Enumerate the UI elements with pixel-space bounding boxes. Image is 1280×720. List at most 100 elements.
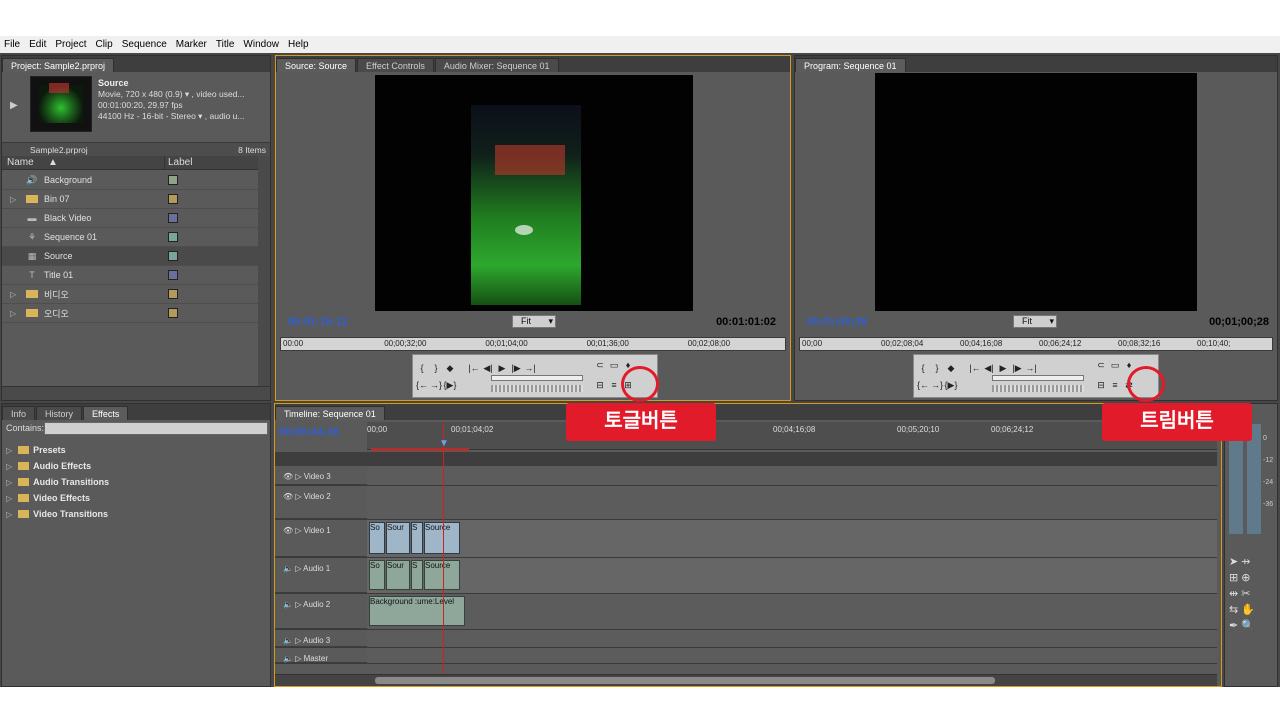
track-header[interactable]: 👁 ▷ Video 2 — [275, 486, 367, 519]
menu-marker[interactable]: Marker — [176, 39, 207, 50]
menu-clip[interactable]: Clip — [95, 39, 112, 50]
project-scrollbar[interactable] — [258, 156, 270, 386]
project-item[interactable]: ▦ Source — [2, 247, 258, 266]
label-color-swatch[interactable] — [168, 194, 178, 204]
timeline-clip[interactable]: So — [369, 522, 385, 554]
go-to-out-icon[interactable]: →} — [930, 379, 944, 391]
menu-title[interactable]: Title — [216, 39, 235, 50]
sort-arrow-icon[interactable]: ▲ — [48, 157, 58, 168]
go-to-in-icon[interactable]: {← — [415, 379, 429, 391]
expand-triangle-icon[interactable]: ▷ — [6, 478, 12, 487]
expand-triangle-icon[interactable]: ▷ — [6, 462, 12, 471]
tab-project[interactable]: Project: Sample2.prproj — [2, 58, 115, 72]
timeline-clip[interactable]: Source — [424, 522, 460, 554]
go-to-in-icon[interactable]: {← — [916, 379, 930, 391]
menu-edit[interactable]: Edit — [29, 39, 46, 50]
timeline-clip[interactable]: Sour — [386, 522, 410, 554]
hand-tool-icon[interactable]: ✋ — [1241, 604, 1255, 616]
safe-margins-icon[interactable]: ▭ — [1108, 359, 1122, 371]
menu-sequence[interactable]: Sequence — [122, 39, 167, 50]
project-item[interactable]: ⚘ Sequence 01 — [2, 228, 258, 247]
project-item[interactable]: ▬ Black Video — [2, 209, 258, 228]
expand-triangle-icon[interactable]: ▷ — [10, 309, 16, 318]
effects-folder[interactable]: ▷ Presets — [2, 442, 270, 458]
effects-search-input[interactable] — [44, 422, 268, 435]
label-color-swatch[interactable] — [168, 213, 178, 223]
step-to-out-icon[interactable]: →| — [523, 362, 537, 374]
tab-history[interactable]: History — [36, 406, 83, 420]
extract-icon[interactable]: ≡ — [1108, 379, 1122, 391]
mark-in-icon[interactable]: { — [415, 362, 429, 374]
ripple-edit-tool-icon[interactable]: ⊞ — [1229, 572, 1238, 584]
loop-icon[interactable]: ⊂ — [1094, 359, 1108, 371]
step-back-icon[interactable]: ◀| — [481, 362, 495, 374]
expand-triangle-icon[interactable]: ▷ — [6, 510, 12, 519]
track-lane[interactable] — [367, 486, 1217, 519]
source-fit-dropdown[interactable]: Fit ▾ — [512, 315, 556, 328]
go-to-out-icon[interactable]: →} — [429, 379, 443, 391]
label-color-swatch[interactable] — [168, 232, 178, 242]
expand-triangle-icon[interactable]: ▷ — [6, 446, 12, 455]
menu-help[interactable]: Help — [288, 39, 309, 50]
playhead-icon[interactable]: ▼ — [439, 438, 449, 449]
step-forward-icon[interactable]: |▶ — [1010, 362, 1024, 374]
step-to-out-icon[interactable]: →| — [1024, 362, 1038, 374]
expand-triangle-icon[interactable]: ▷ — [10, 195, 16, 204]
tab-timeline[interactable]: Timeline: Sequence 01 — [275, 406, 385, 420]
effects-folder[interactable]: ▷ Video Transitions — [2, 506, 270, 522]
play-button-icon[interactable]: ▶ — [495, 362, 509, 374]
rate-stretch-tool-icon[interactable]: ⇹ — [1229, 588, 1238, 600]
play-in-to-out-icon[interactable]: {▶} — [443, 379, 457, 391]
mark-out-icon[interactable]: } — [429, 362, 443, 374]
insert-icon[interactable]: ⊟ — [593, 379, 607, 391]
project-item[interactable]: ▷ 오디오 — [2, 304, 258, 323]
tab-effect-controls[interactable]: Effect Controls — [357, 58, 434, 72]
timeline-clip[interactable]: S — [411, 522, 423, 554]
project-item[interactable]: ▷ 비디오 — [2, 285, 258, 304]
tab-program[interactable]: Program: Sequence 01 — [795, 58, 906, 72]
source-shuttle[interactable] — [491, 385, 583, 392]
menu-window[interactable]: Window — [243, 39, 279, 50]
pen-tool-icon[interactable]: ✒ — [1229, 620, 1238, 632]
program-jog-slider[interactable] — [992, 375, 1084, 381]
effects-folder[interactable]: ▷ Audio Transitions — [2, 474, 270, 490]
tab-source[interactable]: Source: Source — [276, 58, 357, 72]
step-forward-icon[interactable]: |▶ — [509, 362, 523, 374]
zoom-tool-icon[interactable]: 🔍 — [1241, 620, 1255, 632]
timeline-clip[interactable]: Source — [424, 560, 460, 590]
speaker-icon[interactable]: 🔈 — [283, 600, 293, 609]
speaker-icon[interactable]: 🔈 — [283, 654, 293, 663]
label-color-swatch[interactable] — [168, 251, 178, 261]
program-shuttle[interactable] — [992, 385, 1084, 392]
source-current-timecode[interactable]: 00:01:15:12 — [288, 316, 348, 328]
set-marker-icon[interactable]: ◆ — [944, 362, 958, 374]
effects-folder[interactable]: ▷ Audio Effects — [2, 458, 270, 474]
effects-folder[interactable]: ▷ Video Effects — [2, 490, 270, 506]
track-lane[interactable] — [367, 466, 1217, 485]
track-header[interactable]: 🔈 ▷ Audio 1 — [275, 558, 367, 593]
expand-triangle-icon[interactable]: ▷ — [10, 290, 16, 299]
label-color-swatch[interactable] — [168, 175, 178, 185]
label-color-swatch[interactable] — [168, 308, 178, 318]
timeline-ruler[interactable]: 00;00 00;01;04;02 00;04;16;08 00;05;20;10 00… — [367, 422, 1217, 450]
program-fit-dropdown[interactable]: Fit ▾ — [1013, 315, 1057, 328]
track-header[interactable]: 👁 ▷ Video 1 — [275, 520, 367, 557]
label-color-swatch[interactable] — [168, 289, 178, 299]
timeline-clip[interactable]: Background :ume:Level — [369, 596, 465, 626]
tab-audio-mixer[interactable]: Audio Mixer: Sequence 01 — [434, 58, 559, 72]
play-icon[interactable]: ▶ — [10, 100, 18, 111]
step-back-to-in-icon[interactable]: |← — [467, 362, 481, 374]
source-time-ruler[interactable]: 00:00 00;00;32;00 00;01;04;00 00;01;36;00 00… — [280, 337, 786, 351]
col-name[interactable]: Name — [7, 157, 34, 168]
source-jog-slider[interactable] — [491, 375, 583, 381]
step-back-icon[interactable]: ◀| — [982, 362, 996, 374]
tab-effects[interactable]: Effects — [83, 406, 129, 420]
set-marker-icon[interactable]: ◆ — [443, 362, 457, 374]
label-color-swatch[interactable] — [168, 270, 178, 280]
project-item[interactable]: 🔊 Background — [2, 171, 258, 190]
work-area-bar[interactable] — [371, 448, 469, 451]
lift-icon[interactable]: ⊟ — [1094, 379, 1108, 391]
expand-triangle-icon[interactable]: ▷ — [6, 494, 12, 503]
track-header[interactable]: 🔈 ▷ Audio 2 — [275, 594, 367, 629]
eye-icon[interactable]: 👁 — [283, 472, 293, 481]
